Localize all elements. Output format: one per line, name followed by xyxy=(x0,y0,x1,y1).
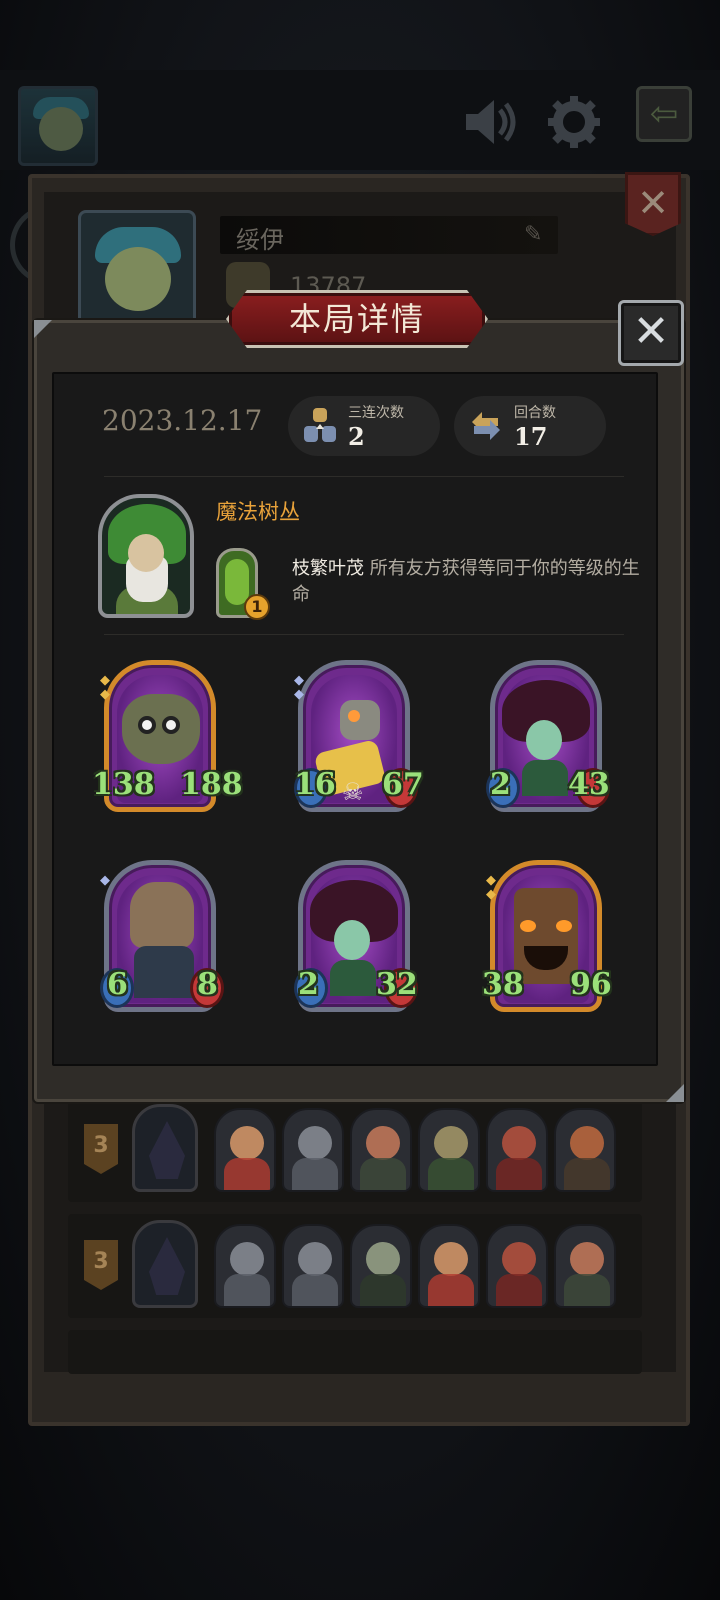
unit-health: 67 xyxy=(382,767,424,802)
unit-portrait xyxy=(486,1224,548,1308)
unit-portrait xyxy=(350,1224,412,1308)
unit-health: 32 xyxy=(376,967,418,1002)
rank-badge: 3 xyxy=(84,1240,118,1290)
screen: ⇦ ✕ 绥伊 ✎ 13787 3 3 本局详情 ✕ 2023.12.17 三连次… xyxy=(0,0,720,1600)
unit-portrait xyxy=(350,1108,412,1192)
unit-portrait xyxy=(486,1108,548,1192)
unit-attack: 6 xyxy=(107,967,128,1002)
unit-attack: 2 xyxy=(490,767,511,802)
unit-card[interactable]: ◆ ◆ 138 188 xyxy=(92,660,243,820)
profile-close-button[interactable]: ✕ xyxy=(625,172,681,236)
unit-portrait xyxy=(418,1108,480,1192)
match-history-row[interactable]: 3 xyxy=(68,1214,642,1318)
skill-description: 枝繁叶茂 所有友方获得等同于你的等级的生命 xyxy=(292,556,642,608)
triples-stat: 三连次数 2 xyxy=(288,396,440,456)
unit-portrait xyxy=(282,1108,344,1192)
match-history-row[interactable] xyxy=(68,1330,642,1374)
unit-health: 43 xyxy=(568,767,610,802)
skill-level-badge: 1 xyxy=(244,594,270,620)
speaker-icon[interactable] xyxy=(460,92,520,152)
rounds-icon xyxy=(472,412,500,440)
player-name: 绥伊 xyxy=(236,226,284,254)
top-bar xyxy=(0,70,720,170)
match-date: 2023.12.17 xyxy=(102,404,263,437)
unit-attack: 16 xyxy=(294,767,336,802)
hero-portrait xyxy=(98,494,194,618)
star-icon: ◆ xyxy=(100,873,110,888)
unit-health: 188 xyxy=(180,767,243,802)
rounds-stat: 回合数 17 xyxy=(454,396,606,456)
unit-card[interactable]: ◆ ◆ 38 96 xyxy=(482,860,612,1020)
hero-portrait xyxy=(132,1220,198,1308)
unit-card[interactable]: ◆ ◆ 16 67 ☠ xyxy=(294,660,424,820)
match-history-row[interactable]: 3 xyxy=(68,1098,642,1202)
unit-portrait xyxy=(554,1108,616,1192)
back-arrow-icon[interactable]: ⇦ xyxy=(636,86,692,142)
triples-label: 三连次数 xyxy=(348,405,404,421)
unit-attack: 138 xyxy=(92,767,155,802)
triples-value: 2 xyxy=(348,422,365,451)
profile-avatar xyxy=(78,210,196,328)
star-icon: ◆ ◆ xyxy=(486,873,496,902)
unit-attack: 38 xyxy=(482,967,524,1002)
player-avatar-button[interactable] xyxy=(18,86,98,166)
unit-attack: 2 xyxy=(298,967,319,1002)
unit-portrait xyxy=(214,1108,276,1192)
divider xyxy=(104,634,624,635)
divider xyxy=(104,476,624,477)
hero-portrait xyxy=(132,1104,198,1192)
unit-health: 96 xyxy=(570,967,612,1002)
rounds-label: 回合数 xyxy=(514,405,556,421)
unit-card[interactable]: 2 32 xyxy=(294,860,418,1020)
skill-name: 枝繁叶茂 xyxy=(292,558,364,579)
modal-title: 本局详情 xyxy=(288,300,425,338)
unit-health: 8 xyxy=(197,967,218,1002)
close-icon: ✕ xyxy=(632,306,670,357)
unit-portrait xyxy=(214,1224,276,1308)
pencil-icon[interactable]: ✎ xyxy=(524,222,542,247)
close-button[interactable]: ✕ xyxy=(618,300,684,366)
unit-portrait xyxy=(282,1224,344,1308)
hero-name: 魔法树丛 xyxy=(216,500,300,524)
rounds-value: 17 xyxy=(514,422,548,451)
gear-icon[interactable] xyxy=(544,92,604,152)
star-icon: ◆ ◆ xyxy=(100,673,110,702)
unit-card[interactable]: 2 43 xyxy=(486,660,610,820)
rank-badge: 3 xyxy=(84,1124,118,1174)
star-icon: ◆ ◆ xyxy=(294,673,304,702)
unit-portrait xyxy=(554,1224,616,1308)
skull-icon: ☠ xyxy=(342,778,364,806)
unit-portrait xyxy=(418,1224,480,1308)
triple-units-icon xyxy=(304,408,336,442)
unit-card[interactable]: ◆ 6 8 xyxy=(100,860,224,1020)
